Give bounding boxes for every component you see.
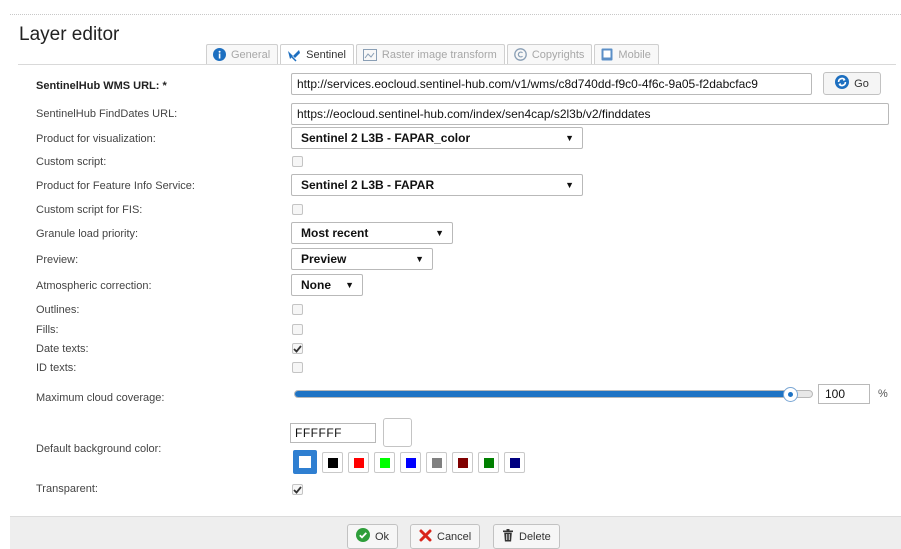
tab-label: Mobile bbox=[618, 48, 651, 61]
cancel-label: Cancel bbox=[437, 530, 472, 543]
product-fis-select[interactable]: Sentinel 2 L3B - FAPAR ▼ bbox=[291, 174, 583, 196]
cloud-coverage-input[interactable] bbox=[818, 384, 870, 404]
product-vis-label: Product for visualization: bbox=[36, 133, 156, 145]
delete-label: Delete bbox=[519, 530, 551, 543]
check-circle-icon bbox=[356, 528, 370, 545]
swatch-color-fill bbox=[483, 457, 494, 468]
select-value: Sentinel 2 L3B - FAPAR_color bbox=[301, 131, 471, 145]
tab-divider bbox=[18, 64, 896, 65]
swatch-color-fill bbox=[509, 457, 520, 468]
product-vis-select[interactable]: Sentinel 2 L3B - FAPAR_color ▼ bbox=[291, 127, 583, 149]
swatch-color-fill bbox=[457, 457, 468, 468]
chevron-down-icon: ▼ bbox=[565, 180, 574, 190]
swatch-color-fill bbox=[327, 457, 338, 468]
tab-bar: General Sentinel Raster image transform … bbox=[206, 44, 661, 65]
refresh-icon bbox=[835, 75, 850, 92]
trash-icon bbox=[502, 528, 514, 545]
checkmark-icon bbox=[293, 344, 302, 353]
preview-label: Preview: bbox=[36, 254, 79, 266]
raster-transform-icon bbox=[362, 48, 377, 61]
tab-raster-image-transform[interactable]: Raster image transform bbox=[355, 44, 505, 64]
wms-url-label: SentinelHub WMS URL: * bbox=[36, 80, 167, 92]
select-value: Sentinel 2 L3B - FAPAR bbox=[301, 178, 435, 192]
date-texts-label: Date texts: bbox=[36, 343, 89, 355]
go-button[interactable]: Go bbox=[823, 72, 881, 95]
atmospheric-label: Atmospheric correction: bbox=[36, 280, 152, 292]
color-swatch-group bbox=[293, 450, 525, 474]
bg-color-hex-input[interactable]: FFFFFF bbox=[290, 423, 376, 443]
bg-color-label: Default background color: bbox=[36, 443, 162, 455]
color-swatch[interactable] bbox=[478, 452, 499, 473]
tab-mobile[interactable]: Mobile bbox=[594, 44, 659, 64]
color-swatch[interactable] bbox=[452, 452, 473, 473]
outlines-label: Outlines: bbox=[36, 304, 80, 316]
tab-copyrights[interactable]: Copyrights bbox=[506, 44, 593, 64]
finddates-url-input[interactable] bbox=[291, 103, 889, 125]
swatch-color-fill bbox=[299, 456, 311, 468]
tab-label: Copyrights bbox=[531, 48, 585, 61]
tab-general[interactable]: General bbox=[206, 44, 279, 64]
fills-checkbox[interactable] bbox=[292, 324, 303, 335]
chevron-down-icon: ▼ bbox=[435, 228, 444, 238]
wms-url-input[interactable] bbox=[291, 73, 812, 95]
tab-sentinel[interactable]: Sentinel bbox=[280, 44, 354, 65]
bg-color-preview bbox=[383, 418, 412, 447]
select-value: None bbox=[301, 278, 331, 292]
color-swatch[interactable] bbox=[504, 452, 525, 473]
outlines-checkbox[interactable] bbox=[292, 304, 303, 315]
id-texts-label: ID texts: bbox=[36, 362, 77, 374]
granule-priority-select[interactable]: Most recent ▼ bbox=[291, 222, 453, 244]
swatch-color-fill bbox=[431, 457, 442, 468]
close-icon bbox=[419, 529, 432, 545]
custom-script-fis-label: Custom script for FIS: bbox=[36, 204, 143, 216]
mobile-icon bbox=[601, 48, 613, 61]
copyright-icon bbox=[513, 48, 527, 61]
ok-button[interactable]: Ok bbox=[347, 524, 399, 549]
transparent-label: Transparent: bbox=[36, 483, 98, 495]
ok-label: Ok bbox=[375, 530, 390, 543]
window-top-border bbox=[10, 14, 901, 15]
go-label: Go bbox=[854, 77, 869, 90]
custom-script-label: Custom script: bbox=[36, 156, 107, 168]
color-swatch[interactable] bbox=[426, 452, 447, 473]
swatch-color-fill bbox=[405, 457, 416, 468]
tab-label: Sentinel bbox=[306, 49, 346, 61]
granule-priority-label: Granule load priority: bbox=[36, 228, 139, 240]
cancel-button[interactable]: Cancel bbox=[410, 524, 481, 549]
info-circle-icon bbox=[213, 48, 226, 61]
chevron-down-icon: ▼ bbox=[565, 133, 574, 143]
product-fis-label: Product for Feature Info Service: bbox=[36, 180, 195, 192]
color-swatch[interactable] bbox=[322, 452, 343, 473]
select-value: Most recent bbox=[301, 226, 369, 240]
chevron-down-icon: ▼ bbox=[415, 254, 424, 264]
custom-script-fis-checkbox[interactable] bbox=[292, 204, 303, 215]
preview-select[interactable]: Preview ▼ bbox=[291, 248, 433, 270]
tab-label: Raster image transform bbox=[381, 48, 497, 61]
date-texts-checkbox[interactable] bbox=[292, 343, 303, 354]
cloud-coverage-label: Maximum cloud coverage: bbox=[36, 392, 165, 404]
checkmark-icon bbox=[293, 485, 302, 494]
satellite-icon bbox=[287, 49, 301, 62]
cloud-coverage-unit: % bbox=[878, 388, 888, 400]
slider-fill bbox=[295, 391, 792, 397]
cloud-coverage-slider[interactable] bbox=[294, 387, 813, 402]
tab-label: General bbox=[231, 48, 271, 61]
color-swatch[interactable] bbox=[348, 452, 369, 473]
custom-script-checkbox[interactable] bbox=[292, 156, 303, 167]
swatch-color-fill bbox=[353, 457, 364, 468]
color-swatch[interactable] bbox=[293, 450, 317, 474]
finddates-url-label: SentinelHub FindDates URL: bbox=[36, 108, 178, 120]
id-texts-checkbox[interactable] bbox=[292, 362, 303, 373]
slider-handle[interactable] bbox=[783, 387, 799, 402]
delete-button[interactable]: Delete bbox=[493, 524, 560, 549]
fills-label: Fills: bbox=[36, 324, 59, 336]
color-swatch[interactable] bbox=[400, 452, 421, 473]
chevron-down-icon: ▼ bbox=[345, 280, 354, 290]
color-swatch[interactable] bbox=[374, 452, 395, 473]
window-title: Layer editor bbox=[19, 24, 120, 45]
swatch-color-fill bbox=[379, 457, 390, 468]
select-value: Preview bbox=[301, 252, 347, 266]
transparent-checkbox[interactable] bbox=[292, 484, 303, 495]
atmospheric-select[interactable]: None ▼ bbox=[291, 274, 363, 296]
